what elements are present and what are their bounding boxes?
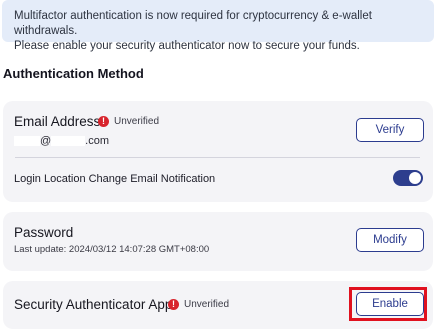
authenticator-title: Security Authenticator App: [14, 297, 173, 312]
modify-button[interactable]: Modify: [356, 228, 424, 252]
email-mask-domain: [51, 136, 86, 146]
masked-email-domain: .com: [85, 135, 110, 147]
section-title: Authentication Method: [3, 66, 144, 81]
authenticator-status-badge: ! Unverified: [168, 299, 229, 310]
email-status-text: Unverified: [114, 116, 160, 127]
email-mask-user: [14, 136, 40, 146]
notification-toggle[interactable]: [393, 170, 423, 186]
authenticator-status-text: Unverified: [184, 299, 230, 310]
alert-icon: !: [98, 116, 109, 127]
password-title: Password: [14, 225, 74, 240]
email-title: Email Address: [14, 114, 101, 129]
divider: [15, 157, 420, 158]
masked-email: @ .com: [14, 135, 109, 147]
toggle-knob: [409, 172, 421, 184]
email-status-badge: ! Unverified: [98, 116, 159, 127]
masked-email-at: @: [40, 135, 52, 147]
password-last-update: Last update: 2024/03/12 14:07:28 GMT+08:…: [14, 244, 210, 255]
notification-label: Login Location Change Email Notification: [14, 173, 216, 185]
verify-button[interactable]: Verify: [356, 118, 424, 142]
highlight-box: [349, 287, 427, 321]
info-banner: Multifactor authentication is now requir…: [2, 0, 434, 52]
alert-icon: !: [168, 299, 179, 310]
banner-line-2: Please enable your security authenticato…: [14, 40, 360, 52]
banner-line-1: Multifactor authentication is now requir…: [14, 10, 372, 37]
